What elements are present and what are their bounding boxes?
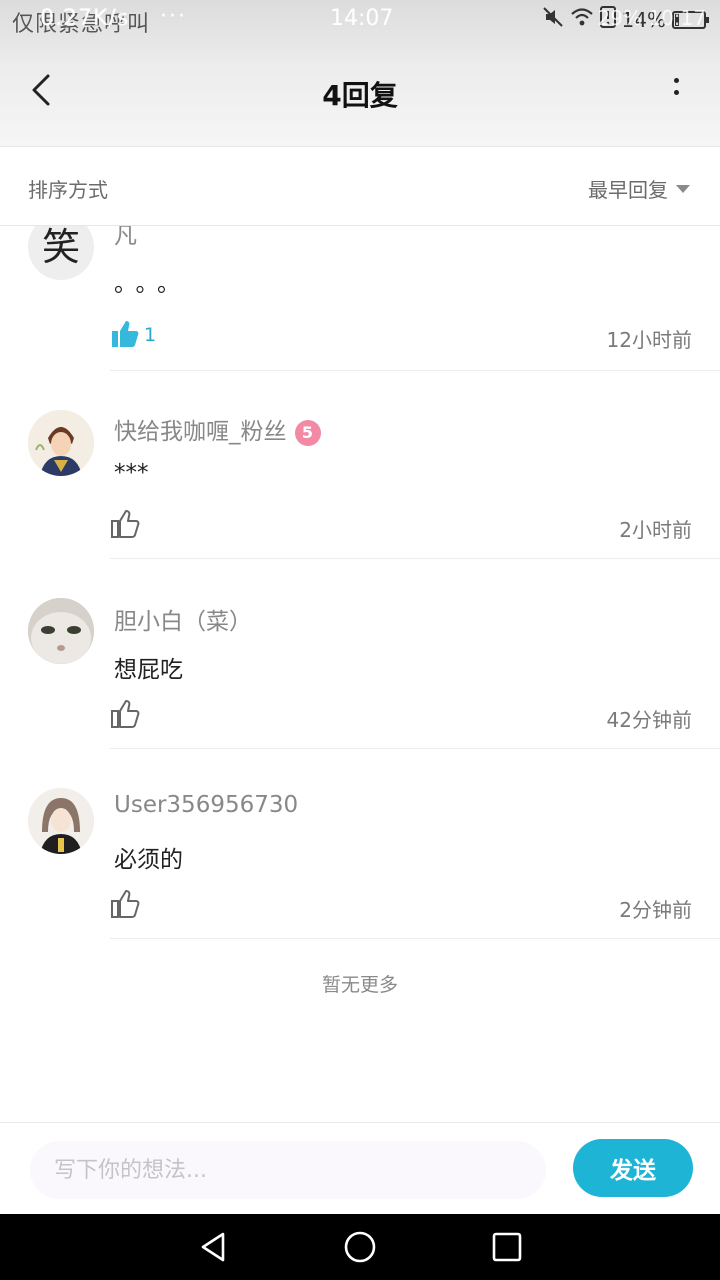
thumbs-up-icon[interactable] <box>108 319 142 349</box>
status-ghost-text: 29% 10:17 <box>597 6 706 30</box>
no-more-text: 暂无更多 <box>321 974 398 996</box>
wifi-icon <box>570 7 594 32</box>
nav-back-icon[interactable] <box>195 1229 231 1265</box>
avatar[interactable] <box>28 788 94 854</box>
comment-time: 12小时前 <box>606 328 692 352</box>
sort-value-label: 最早回复 <box>588 178 668 202</box>
avatar[interactable] <box>28 410 94 476</box>
comment-item: 胆小白（菜） 想屁吃 42分钟前 <box>0 570 720 760</box>
status-carrier: 仅限紧急呼叫 0.27K/s <box>12 6 150 38</box>
avatar[interactable] <box>28 598 94 664</box>
comment-item: User356956730 必须的 2分钟前 <box>0 760 720 950</box>
avatar[interactable]: 笑 <box>28 226 94 280</box>
header: 4回复 <box>0 40 720 146</box>
sort-dropdown[interactable]: 最早回复 <box>588 174 690 203</box>
sort-label: 排序方式 <box>28 178 108 202</box>
status-time: 14:07 <box>330 6 394 31</box>
like-count: 1 <box>144 324 157 346</box>
avatar-glyph: 笑 <box>42 226 80 269</box>
thumbs-up-icon[interactable] <box>108 889 142 919</box>
comment-time: 2分钟前 <box>619 898 692 922</box>
caret-down-icon <box>676 184 690 193</box>
comment-input-bar: 发送 <box>0 1122 720 1214</box>
page-title: 4回复 <box>322 79 398 112</box>
nav-home-icon[interactable] <box>342 1229 378 1265</box>
send-button[interactable]: 发送 <box>573 1139 693 1197</box>
divider <box>110 370 720 371</box>
comment-username[interactable]: 胆小白（菜） <box>114 602 252 636</box>
system-nav-bar <box>0 1214 720 1280</box>
fan-level-badge: 5 <box>294 419 321 446</box>
more-vertical-icon[interactable] <box>670 78 682 108</box>
comment-item: 笑 凡 。。。 1 12小时前 <box>0 226 720 380</box>
comment-item: 快给我咖喱_粉丝 5 *** 2小时前 <box>0 380 720 570</box>
status-more-dots: ··· <box>160 4 187 29</box>
thumbs-up-icon[interactable] <box>108 699 142 729</box>
comment-time: 2小时前 <box>619 518 692 542</box>
comment-username[interactable]: User356956730 <box>114 792 298 818</box>
divider <box>110 748 720 749</box>
screen: 仅限紧急呼叫 0.27K/s ··· 14:07 14% 29% 10:17 4… <box>0 0 720 1280</box>
comment-time: 42分钟前 <box>606 708 692 732</box>
comment-input[interactable] <box>30 1141 546 1199</box>
comment-username-row: 快给我咖喱_粉丝 5 <box>114 412 321 446</box>
divider <box>110 938 720 939</box>
status-right-group: 14% 29% 10:17 <box>542 6 709 33</box>
status-network-speed: 0.27K/s <box>40 6 130 31</box>
sort-bar: 排序方式 最早回复 <box>0 146 720 226</box>
comment-text: *** <box>114 460 149 486</box>
thumbs-up-icon[interactable] <box>108 509 142 539</box>
mute-icon <box>542 6 564 33</box>
comment-username[interactable]: 快给我咖喱_粉丝 <box>114 419 287 445</box>
divider <box>110 558 720 559</box>
nav-recents-icon[interactable] <box>489 1229 525 1265</box>
comment-username[interactable]: 凡 <box>114 226 137 250</box>
comment-list: 笑 凡 。。。 1 12小时前 快给我咖喱_粉丝 5 *** 2小时前 胆小白（… <box>0 226 720 1122</box>
comment-text: 想屁吃 <box>114 657 183 683</box>
status-bar: 仅限紧急呼叫 0.27K/s ··· 14:07 14% 29% 10:17 <box>0 0 720 40</box>
top-bar: 仅限紧急呼叫 0.27K/s ··· 14:07 14% 29% 10:17 4… <box>0 0 720 146</box>
comment-text: 必须的 <box>114 847 183 873</box>
comment-text: 。。。 <box>114 271 190 297</box>
